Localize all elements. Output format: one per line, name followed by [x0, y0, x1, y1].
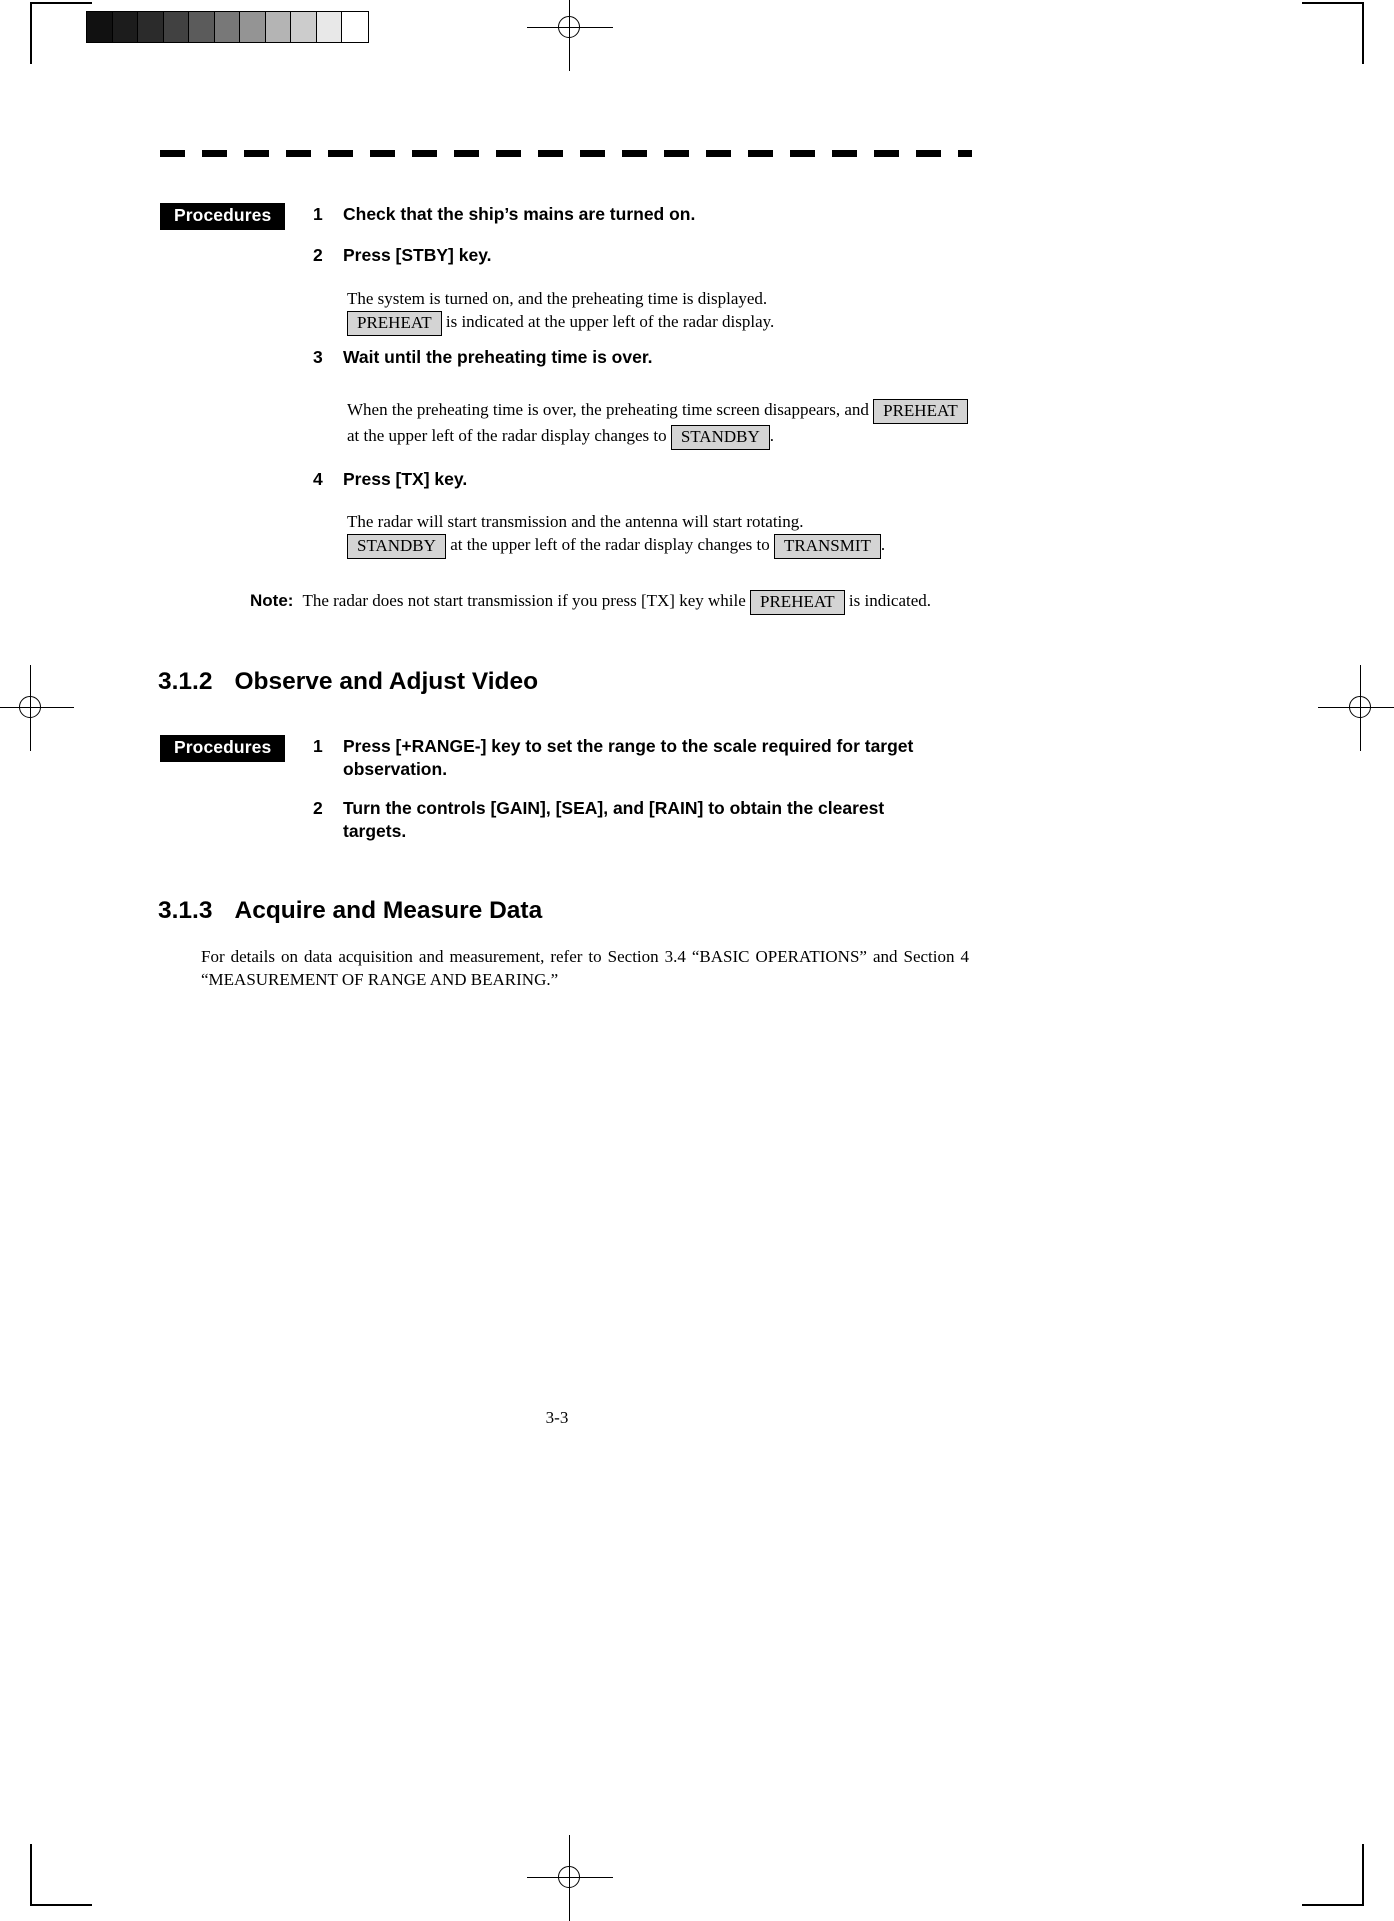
step-2-description: The system is turned on, and the preheat…	[347, 287, 1007, 336]
page-number: 3-3	[545, 1408, 569, 1427]
document-page: Procedures 1 Check that the ship’s mains…	[0, 0, 1394, 1908]
step-text: Press [+RANGE-] key to set the range to …	[343, 736, 914, 780]
note-label: Note:	[250, 591, 294, 610]
step-3-description: When the preheating time is over, the pr…	[347, 398, 987, 450]
procedures-tag-section-311: Procedures	[160, 203, 286, 230]
indicator-badge-standby: STANDBY	[347, 534, 446, 559]
step-3-description-line-1-text: When the preheating time is over, the pr…	[347, 400, 869, 419]
step-text: Turn the controls [GAIN], [SEA], and [RA…	[343, 798, 885, 842]
step-number: 1	[313, 736, 323, 756]
step-3-description-line-1: When the preheating time is over, the pr…	[347, 398, 987, 424]
step-3-description-line-2-text: at the upper left of the radar display c…	[347, 425, 667, 445]
indicator-badge-preheat: PREHEAT	[873, 399, 968, 424]
step-4-description-period: .	[880, 535, 886, 555]
heading-title: Observe and Adjust Video	[234, 668, 539, 695]
step-4-description-line-2: STANDBY at the upper left of the radar d…	[347, 533, 1007, 559]
step-text: Press [STBY] key.	[343, 245, 492, 265]
heading-title: Acquire and Measure Data	[234, 897, 543, 924]
heading-section-312: 3.1.2 Observe and Adjust Video	[158, 668, 538, 696]
step-text: Wait until the preheating time is over.	[343, 347, 653, 367]
step-3-description-period: .	[769, 425, 775, 445]
note-text-after: is indicated.	[848, 591, 932, 610]
note-block: Note: The radar does not start transmiss…	[250, 590, 1010, 615]
step-4-description-line-1: The radar will start transmission and th…	[347, 512, 804, 531]
indicator-badge-standby: STANDBY	[670, 424, 770, 450]
indicator-badge-preheat: PREHEAT	[750, 590, 845, 615]
step-number: 4	[313, 469, 323, 489]
indicator-badge-transmit: TRANSMIT	[774, 534, 881, 559]
step-2-description-line-2-text: is indicated at the upper left of the ra…	[445, 312, 775, 332]
step-item: 4 Press [TX] key.	[313, 468, 1033, 491]
step-4-description-line-2-text: at the upper left of the radar display c…	[450, 535, 770, 555]
heading-number: 3.1.3	[158, 897, 213, 924]
step-number: 2	[313, 798, 323, 818]
step-item: 1 Check that the ship’s mains are turned…	[313, 203, 1033, 226]
step-item: 3 Wait until the preheating time is over…	[313, 346, 1033, 369]
indicator-badge-preheat: PREHEAT	[347, 311, 442, 336]
step-number: 1	[313, 204, 323, 224]
step-number: 2	[313, 245, 323, 265]
step-item: 1 Press [+RANGE-] key to set the range t…	[313, 735, 953, 781]
step-text: Press [TX] key.	[343, 469, 468, 489]
note-text: The radar does not start transmission if…	[302, 590, 931, 615]
step-number: 3	[313, 347, 323, 367]
step-4-description: The radar will start transmission and th…	[347, 510, 1007, 559]
step-2-description-line-1: The system is turned on, and the preheat…	[347, 289, 768, 308]
heading-section-313: 3.1.3 Acquire and Measure Data	[158, 897, 542, 925]
section-divider-dashed-rule	[160, 150, 972, 157]
heading-number: 3.1.2	[158, 668, 213, 695]
step-item: 2 Press [STBY] key.	[313, 244, 1033, 267]
section-313-paragraph: For details on data acquisition and meas…	[201, 947, 969, 990]
step-3-description-line-2: at the upper left of the radar display c…	[347, 424, 987, 450]
step-text: Check that the ship’s mains are turned o…	[343, 204, 696, 224]
note-text-before: The radar does not start transmission if…	[302, 591, 746, 610]
procedures-tag-section-312: Procedures	[160, 735, 286, 762]
step-2-description-line-2: PREHEAT is indicated at the upper left o…	[347, 310, 1007, 336]
step-item: 2 Turn the controls [GAIN], [SEA], and […	[313, 797, 923, 843]
